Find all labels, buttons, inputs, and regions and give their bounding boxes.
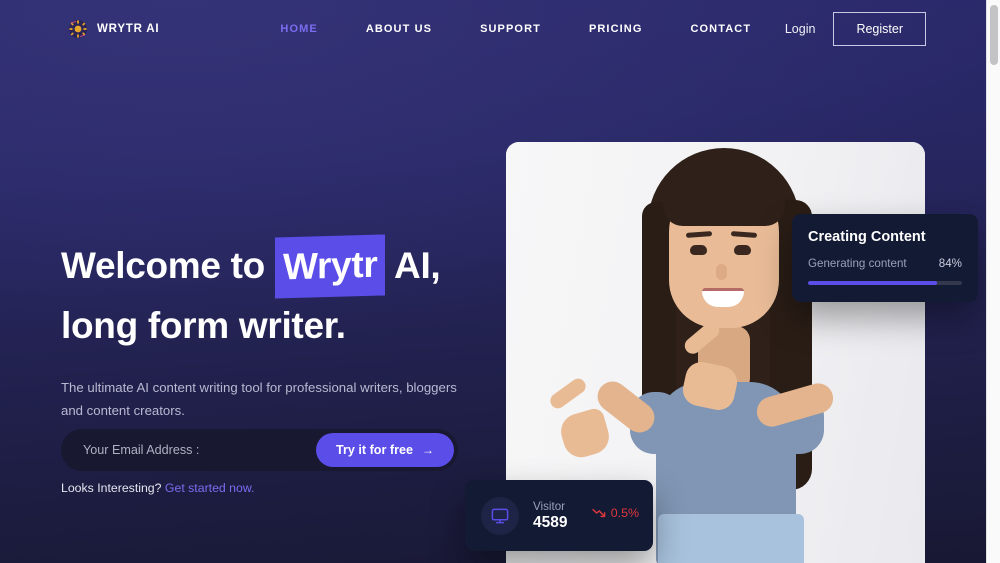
login-link[interactable]: Login (785, 22, 816, 36)
try-it-for-free-button[interactable]: Try it for free → (316, 433, 454, 467)
vertical-scrollbar[interactable] (986, 0, 1000, 563)
interest-text: Looks Interesting? (61, 481, 162, 495)
browser-viewport: WRYTR AI HOME ABOUT US SUPPORT PRICING C… (0, 0, 1000, 563)
nav-actions: Login Register (785, 0, 926, 57)
gear-sun-icon (68, 19, 88, 39)
visitor-delta-value: 0.5% (610, 506, 639, 520)
visitor-count: 4589 (533, 513, 568, 531)
creating-content-title: Creating Content (808, 229, 926, 245)
visitor-text-block: Visitor 4589 (533, 500, 567, 532)
navbar: WRYTR AI HOME ABOUT US SUPPORT PRICING C… (0, 0, 986, 57)
visitor-stat-card: Visitor 4589 0.5% (465, 480, 653, 551)
creating-content-card: Creating Content Generating content 84% (792, 214, 978, 302)
progress-percent-label: 84% (938, 257, 962, 270)
headline-part1: Welcome to (61, 245, 265, 286)
landing-page: WRYTR AI HOME ABOUT US SUPPORT PRICING C… (0, 0, 986, 563)
nav-link-support[interactable]: SUPPORT (456, 23, 565, 35)
trend-down-icon (592, 508, 606, 518)
progress-bar-track (808, 281, 962, 285)
visitor-label: Visitor (533, 499, 566, 513)
scrollbar-thumb[interactable] (990, 5, 998, 65)
email-signup-row: Try it for free → (61, 429, 458, 471)
hero-subtext: The ultimate AI content writing tool for… (61, 380, 457, 418)
nav-link-about-us[interactable]: ABOUT US (342, 23, 456, 35)
visitor-delta: 0.5% (592, 506, 639, 520)
monitor-icon (481, 496, 519, 535)
headline-line2: long form writer. (61, 305, 346, 346)
nav-links: HOME ABOUT US SUPPORT PRICING CONTACT (256, 23, 775, 35)
headline-part2: AI, (394, 245, 441, 286)
cta-label: Try it for free (336, 443, 413, 457)
register-button[interactable]: Register (833, 11, 926, 46)
nav-link-pricing[interactable]: PRICING (565, 23, 667, 35)
progress-bar-fill (808, 281, 938, 285)
email-input[interactable] (61, 443, 317, 457)
brand-name: WRYTR AI (97, 22, 160, 35)
hero-text-block: Welcome to Wrytr AI, long form writer. T… (61, 234, 481, 422)
nav-link-contact[interactable]: CONTACT (666, 23, 775, 35)
interest-line: Looks Interesting? Get started now. (61, 481, 254, 495)
arrow-right-icon: → (422, 443, 434, 457)
get-started-link[interactable]: Get started now. (165, 481, 255, 495)
generating-content-label: Generating content (808, 257, 907, 270)
creating-content-status-row: Generating content 84% (808, 257, 962, 270)
brand-logo[interactable]: WRYTR AI (68, 19, 159, 39)
page-title: Welcome to Wrytr AI, long form writer. (61, 234, 481, 354)
nav-link-home[interactable]: HOME (256, 23, 341, 35)
headline-highlight: Wrytr (274, 234, 386, 299)
